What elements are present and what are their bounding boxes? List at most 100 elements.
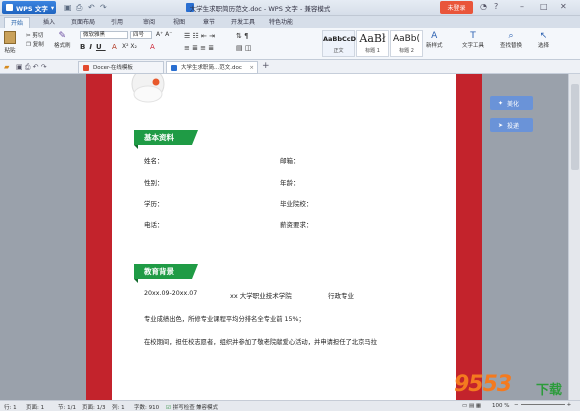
beautify-button[interactable]: ✦ 美化 xyxy=(490,96,533,110)
style-normal[interactable]: AaBbCcDd 正文 xyxy=(322,30,361,57)
search-icon: ⌕ xyxy=(508,31,514,41)
select-button[interactable]: ↖ 选择 xyxy=(538,31,549,49)
tab-developer[interactable]: 开发工具 xyxy=(228,17,258,28)
status-word-count: 字数: 910 xyxy=(134,405,160,411)
scrollbar-thumb[interactable] xyxy=(571,84,579,170)
login-button[interactable]: 未登录 xyxy=(440,1,473,14)
folder-icon[interactable]: ▰ xyxy=(4,63,9,71)
check-icon: ☑ xyxy=(166,405,171,411)
redo-icon[interactable]: ↷ xyxy=(100,3,107,12)
font-style-buttons[interactable]: BIU xyxy=(80,43,106,51)
find-replace-button[interactable]: ⌕ 查找替换 xyxy=(500,31,522,49)
text-tools-label: 文字工具 xyxy=(462,43,485,49)
print-icon[interactable]: ⎙ xyxy=(76,3,82,13)
watermark-number: 9553 xyxy=(454,372,512,397)
new-tab-icon[interactable]: + xyxy=(262,61,270,71)
decorative-illustration xyxy=(131,74,165,103)
maximize-icon[interactable]: □ xyxy=(540,2,548,11)
spell-check-toggle[interactable]: ☑ 拼写检查 xyxy=(166,403,195,411)
section-title-education: 教育背景 xyxy=(134,264,198,283)
align-icons[interactable]: ≡ ≣ ≡ ≣ xyxy=(184,44,214,52)
wps-app-menu-button[interactable]: WPS 文字 ▾ xyxy=(2,1,56,14)
style-label: 标题 2 xyxy=(399,48,414,54)
skin-icon[interactable]: ◔ xyxy=(480,2,487,11)
close-icon[interactable]: ✕ xyxy=(560,2,567,11)
highlight-icon[interactable]: A xyxy=(150,43,155,51)
copy-label: 复制 xyxy=(32,42,44,48)
paragraph-volunteer: 在校期间，担任校志愿者，组织并参加了敬老院献爱心活动，并申请担任了北京马拉 xyxy=(144,339,377,346)
style-heading-2[interactable]: AaBb( 标题 2 xyxy=(390,30,423,57)
page-left-border xyxy=(86,74,112,400)
magic-wand-icon: ✦ xyxy=(498,99,504,107)
save-icon[interactable]: ▣ xyxy=(64,3,72,12)
wps-app-name: WPS 文字 xyxy=(16,4,48,13)
scissors-icon: ✂ xyxy=(26,33,31,39)
text-tools-button[interactable]: T 文字工具 xyxy=(462,31,484,49)
minimize-icon[interactable]: – xyxy=(520,2,524,11)
close-tab-icon[interactable]: × xyxy=(249,62,254,74)
status-compat: 兼容模式 xyxy=(196,405,219,411)
submit-button[interactable]: ➤ 投递 xyxy=(490,118,533,132)
tab-references[interactable]: 引用 xyxy=(106,17,128,28)
paragraph-grades: 专业成绩出色，所修专业课程平均分排名全专业前 15%； xyxy=(144,316,305,323)
sort-icons[interactable]: ⇅ ¶ xyxy=(236,32,249,40)
cursor-icon: ↖ xyxy=(539,31,548,41)
vertical-scrollbar[interactable] xyxy=(568,74,580,400)
help-icon[interactable]: ? xyxy=(494,2,498,11)
select-label: 选择 xyxy=(538,43,550,49)
new-style-button[interactable]: A 新样式 xyxy=(426,31,443,49)
font-color-icon[interactable]: A xyxy=(112,43,117,51)
font-grow-icon[interactable]: A⁺ A⁻ xyxy=(156,31,172,38)
font-size-select[interactable]: 四号 xyxy=(130,31,152,39)
format-painter-button[interactable]: ✎ 格式刷 xyxy=(54,31,71,49)
cut-label: 剪切 xyxy=(32,33,44,39)
document-tab-bar: ▰ ▣ ⎙ ↶ ↷ Docer-在线模板 大学生求职简...范文.doc × + xyxy=(0,60,580,74)
view-mode-icons[interactable]: ▭ ▤ ▦ xyxy=(462,403,481,409)
edu-school: xx 大学职业技术学院 xyxy=(230,292,292,300)
submit-label: 投递 xyxy=(507,122,520,130)
copy-button[interactable]: ❐ 复制 xyxy=(26,40,44,48)
zoom-slider[interactable]: − + xyxy=(514,402,571,408)
paste-label: 粘贴 xyxy=(4,48,16,54)
paste-button[interactable]: 粘贴 xyxy=(4,31,16,54)
list-icons[interactable]: ☰ ☷ ⇤ ⇥ xyxy=(184,32,215,40)
style-label: 正文 xyxy=(333,48,344,54)
quick-icons[interactable]: ▣ ⎙ ↶ ↷ xyxy=(16,63,47,72)
edu-major: 行政专业 xyxy=(328,292,354,300)
edu-period: 20xx.09-20xx.07 xyxy=(144,290,198,297)
chevron-down-icon: ▾ xyxy=(50,3,55,12)
status-section: 节: 1/1 xyxy=(58,405,76,411)
undo-icon[interactable]: ↶ xyxy=(88,3,95,12)
tab-page-layout[interactable]: 页面布局 xyxy=(68,17,98,28)
field-name: 姓名： xyxy=(144,157,164,165)
text-tools-icon: T xyxy=(470,31,476,41)
style-label: 标题 1 xyxy=(365,48,380,54)
tab-insert[interactable]: 插入 xyxy=(38,17,60,28)
watermark-suffix: 下载 xyxy=(536,383,563,398)
new-style-label: 新样式 xyxy=(426,43,443,49)
tab-features[interactable]: 特色功能 xyxy=(266,17,296,28)
tab-chapter[interactable]: 章节 xyxy=(198,17,220,28)
font-name-select[interactable]: 微软雅黑 xyxy=(80,31,128,39)
doc-tab-resume[interactable]: 大学生求职简...范文.doc × xyxy=(166,61,258,74)
tab-review[interactable]: 审阅 xyxy=(138,17,160,28)
style-heading-1[interactable]: AaBł 标题 1 xyxy=(356,30,389,57)
style-preview: AaBł xyxy=(359,32,386,45)
brush-icon: ✎ xyxy=(58,31,67,41)
cut-button[interactable]: ✂ 剪切 xyxy=(26,31,43,39)
status-row: 行: 1 xyxy=(4,405,17,411)
copy-icon: ❐ xyxy=(26,42,31,48)
status-bar: 行: 1 页面: 1 节: 1/1 页面: 1/3 列: 1 字数: 910 ☑… xyxy=(0,400,580,411)
document-page[interactable]: 基本资料 姓名： 性别： 学历： 电话： 邮箱： 年龄： 毕业院校： 薪资要求：… xyxy=(112,74,456,400)
tab-home[interactable]: 开始 xyxy=(4,17,30,28)
doc-tab-docer[interactable]: Docer-在线模板 xyxy=(78,61,164,74)
superscript-icon[interactable]: X² X₂ xyxy=(122,43,137,50)
style-preview: AaBb( xyxy=(392,34,421,44)
doc-file-icon xyxy=(171,65,177,71)
style-icon: A xyxy=(431,31,438,41)
tab-view[interactable]: 视图 xyxy=(168,17,190,28)
format-painter-label: 格式刷 xyxy=(54,43,71,49)
shading-icon[interactable]: ▤ ◫ xyxy=(236,44,251,52)
field-age: 年龄： xyxy=(280,179,300,187)
style-preview: AaBbCcDd xyxy=(323,35,361,43)
